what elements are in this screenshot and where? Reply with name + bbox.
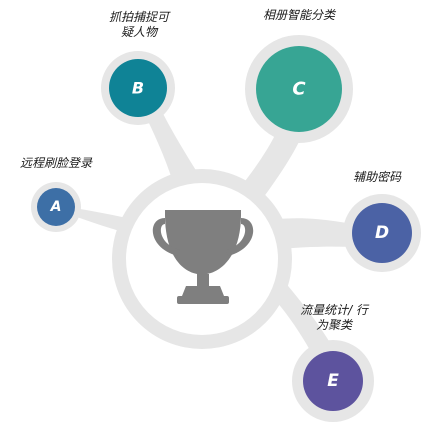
node-d: D <box>352 203 412 263</box>
node-a-letter: A <box>50 199 62 215</box>
feature-diagram: A B C D E 远程刷脸登录 抓拍捕捉可 疑人物 相册智能分类 辅助密码 流… <box>0 0 432 439</box>
node-e: E <box>303 351 363 411</box>
hub-diagram-canvas: A B C D E <box>31 35 421 422</box>
node-d-label: 辅助密码 <box>352 170 401 184</box>
node-c-label: 相册智能分类 <box>262 8 335 22</box>
node-b-letter: B <box>132 79 144 98</box>
node-a: A <box>37 188 75 226</box>
node-b: B <box>109 59 167 117</box>
node-a-label: 远程刷脸登录 <box>19 156 92 170</box>
node-b-label: 抓拍捕捉可 疑人物 <box>108 10 169 39</box>
node-c: C <box>256 46 342 132</box>
node-c-letter: C <box>292 79 306 100</box>
node-e-letter: E <box>327 371 339 391</box>
node-e-label: 流量统计/ 行 为聚类 <box>300 303 368 332</box>
node-d-letter: D <box>375 223 389 243</box>
